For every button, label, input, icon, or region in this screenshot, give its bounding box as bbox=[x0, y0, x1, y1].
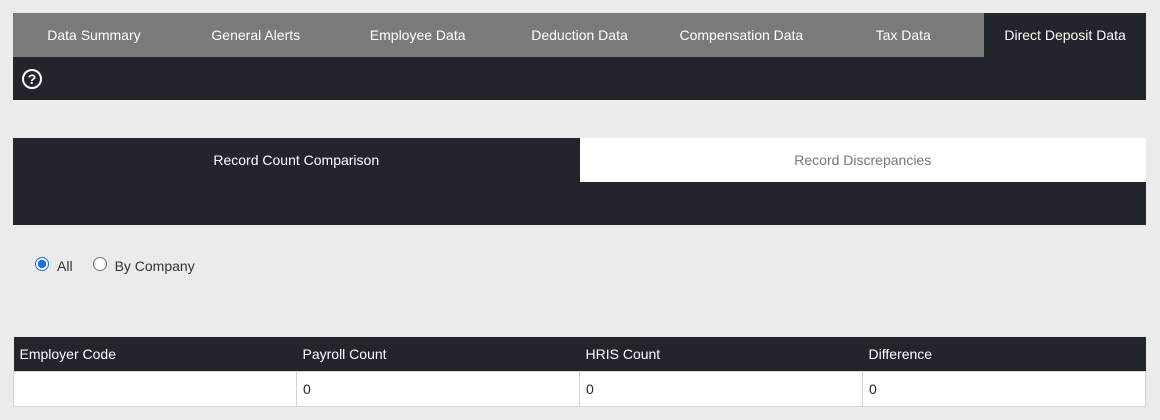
tab-general-alerts[interactable]: General Alerts bbox=[175, 13, 337, 57]
table-header-row: Employer Code Payroll Count HRIS Count D… bbox=[13, 337, 1146, 371]
cell-payroll-count: 0 bbox=[296, 370, 580, 407]
tab-deduction-data[interactable]: Deduction Data bbox=[499, 13, 661, 57]
tab-employee-data[interactable]: Employee Data bbox=[337, 13, 499, 57]
all-radio-label[interactable]: All bbox=[57, 258, 73, 274]
cell-hris-count: 0 bbox=[579, 370, 863, 407]
table-row: 0 0 0 bbox=[13, 370, 1146, 407]
col-difference: Difference bbox=[862, 337, 1146, 371]
tab-data-summary[interactable]: Data Summary bbox=[13, 13, 175, 57]
filter-option-by-company: By Company bbox=[92, 256, 195, 274]
help-icon[interactable]: ? bbox=[22, 68, 42, 89]
sub-tab-panel: Record Count Comparison Record Discrepan… bbox=[13, 138, 1146, 225]
main-tab-bar: Data Summary General Alerts Employee Dat… bbox=[13, 13, 1147, 57]
filter-option-all: All bbox=[35, 256, 73, 274]
cell-difference: 0 bbox=[862, 370, 1146, 407]
tab-record-discrepancies[interactable]: Record Discrepancies bbox=[579, 138, 1146, 182]
tab-direct-deposit-data[interactable]: Direct Deposit Data bbox=[984, 13, 1147, 57]
col-employer-code: Employer Code bbox=[13, 337, 297, 371]
col-hris-count: HRIS Count bbox=[579, 337, 863, 371]
cell-employer-code bbox=[13, 370, 297, 407]
by-company-radio-label[interactable]: By Company bbox=[115, 258, 195, 274]
sub-tab-bar: Record Count Comparison Record Discrepan… bbox=[13, 138, 1146, 182]
all-radio[interactable] bbox=[35, 257, 49, 271]
tab-record-count-comparison[interactable]: Record Count Comparison bbox=[13, 138, 580, 182]
col-payroll-count: Payroll Count bbox=[296, 337, 580, 371]
by-company-radio[interactable] bbox=[92, 257, 107, 271]
tab-tax-data[interactable]: Tax Data bbox=[822, 13, 984, 57]
record-count-table-container: Employer Code Payroll Count HRIS Count D… bbox=[13, 337, 1146, 407]
company-filter: All By Company bbox=[13, 252, 1146, 276]
help-bar: ? bbox=[13, 57, 1146, 100]
tab-compensation-data[interactable]: Compensation Data bbox=[660, 13, 822, 57]
record-count-table: Employer Code Payroll Count HRIS Count D… bbox=[13, 337, 1146, 407]
